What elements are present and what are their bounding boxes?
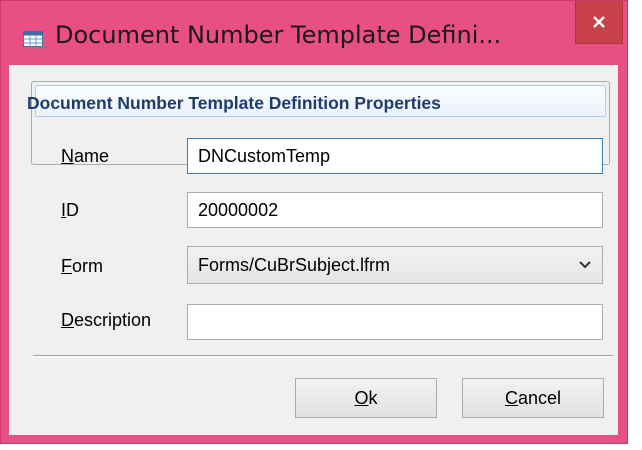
cancel-button-mnemonic: C xyxy=(504,387,518,408)
ok-button-mnemonic: O xyxy=(354,387,369,408)
form-select[interactable]: Forms/CuBrSubject.lfrm xyxy=(187,246,603,284)
separator xyxy=(33,355,613,357)
cancel-button-rest: ancel xyxy=(517,387,562,408)
description-input[interactable] xyxy=(187,304,603,340)
close-button[interactable] xyxy=(575,1,623,44)
id-input[interactable]: 20000002 xyxy=(187,192,603,228)
chevron-down-icon xyxy=(579,261,591,269)
description-label-rest: escription xyxy=(74,310,152,330)
description-label-mnemonic: D xyxy=(61,310,74,330)
form-label-mnemonic: F xyxy=(61,256,72,276)
form-label-rest: orm xyxy=(72,256,103,276)
dialog-window: Document Number Template Defini... Docum… xyxy=(0,0,628,444)
ok-button[interactable]: Ok xyxy=(295,378,437,418)
name-label: Name xyxy=(61,146,109,167)
id-label-rest: D xyxy=(66,200,80,220)
dialog-body: Document Number Template Definition Prop… xyxy=(9,65,618,435)
description-label: Description xyxy=(61,310,151,331)
table-icon xyxy=(23,31,43,47)
form-select-value: Forms/CuBrSubject.lfrm xyxy=(198,255,391,275)
group-title: Document Number Template Definition Prop… xyxy=(27,93,441,113)
window-title: Document Number Template Defini... xyxy=(55,21,502,49)
ok-button-rest: k xyxy=(368,387,378,408)
id-label: ID xyxy=(61,200,79,221)
name-label-mnemonic: N xyxy=(61,146,74,166)
name-label-rest: ame xyxy=(74,146,110,166)
form-label: Form xyxy=(61,256,103,277)
name-input[interactable]: DNCustomTemp xyxy=(187,138,603,174)
title-bar[interactable]: Document Number Template Defini... xyxy=(1,1,627,65)
close-icon xyxy=(593,16,605,28)
cancel-button[interactable]: Cancel xyxy=(462,378,604,418)
